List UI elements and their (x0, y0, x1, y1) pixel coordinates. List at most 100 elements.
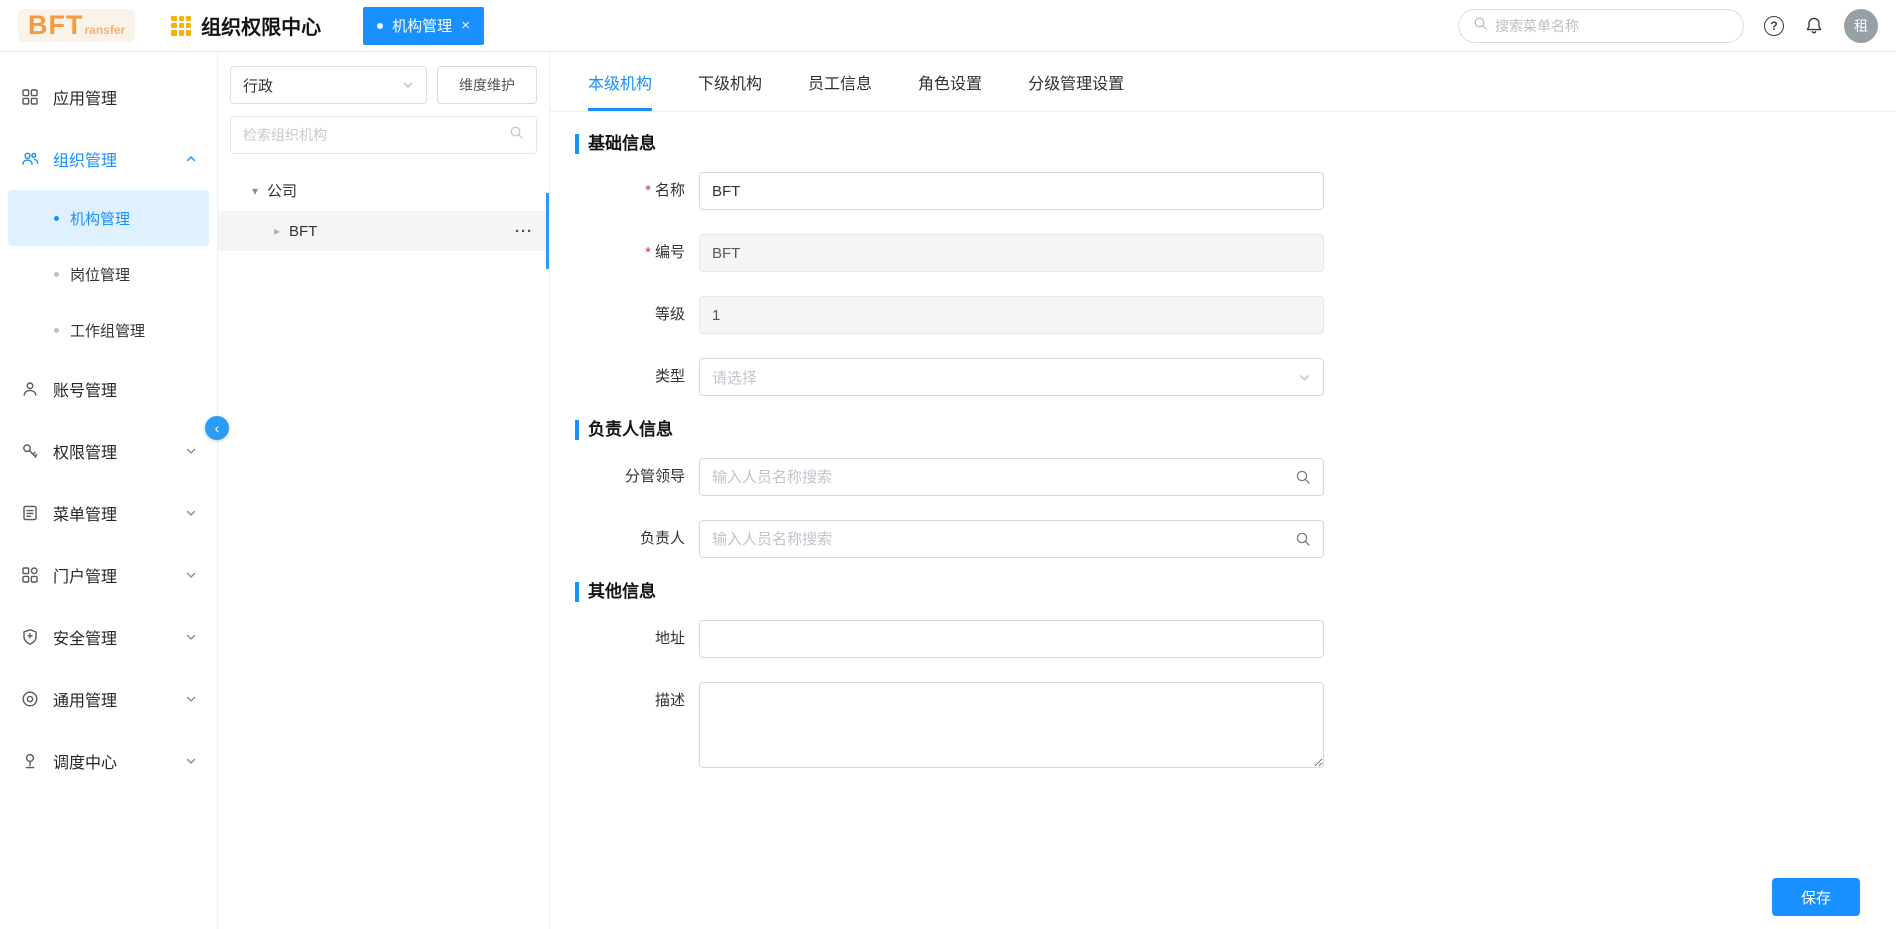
sidebar: 应用管理 组织管理 机构管理 岗位管理 工作组管理 账号管理 权限管理 菜单管理… (0, 52, 229, 929)
sidebar-item-organization-management[interactable]: 组织管理 (0, 128, 217, 190)
sidebar-item-account-management[interactable]: 账号管理 (0, 358, 217, 420)
scrollbar-thumb[interactable] (546, 193, 549, 269)
level-input (699, 296, 1324, 334)
tree-node-bft[interactable]: ▸ BFT ··· (218, 193, 549, 269)
type-select[interactable]: 请选择 (699, 358, 1324, 396)
search-icon[interactable] (1295, 531, 1311, 547)
form-row-code: * 编号 (550, 234, 1896, 272)
manager-search-input[interactable] (712, 530, 1287, 548)
search-icon (509, 125, 524, 145)
section-title: 基础信息 (575, 134, 1896, 154)
target-icon (20, 690, 40, 708)
tab-employee-info[interactable]: 员工信息 (808, 52, 872, 111)
dimension-maintain-button[interactable]: 维度维护 (437, 66, 537, 104)
sidebar-item-label: 菜单管理 (53, 507, 118, 524)
logo-text: BFT (28, 10, 84, 40)
org-tree-panel: 行政 维度维护 ▾ 公司 ▸ BFT ··· (218, 52, 550, 929)
portal-grid-icon (20, 566, 40, 584)
leader-search-input[interactable] (712, 468, 1287, 486)
chevron-down-icon (186, 572, 196, 578)
notification-button[interactable] (1804, 16, 1824, 36)
bullet-icon (54, 215, 59, 221)
topbar: BFT ransfer 组织权限中心 机构管理 × ? 租 (0, 0, 1896, 52)
caret-down-icon[interactable]: ▾ (252, 184, 258, 198)
main-content: 本级机构 下级机构 员工信息 角色设置 分级管理设置 基础信息 * 名称 BFT… (550, 52, 1896, 929)
field-label: 等级 (654, 306, 685, 323)
menu-search-box[interactable] (1458, 8, 1744, 43)
section-other-info: 其他信息 地址 描述 (550, 582, 1896, 768)
address-input[interactable] (699, 620, 1324, 658)
sidebar-subitem-institution-management[interactable]: 机构管理 (8, 190, 209, 246)
tab-sub-org[interactable]: 下级机构 (698, 52, 762, 111)
form-row-name: * 名称 (550, 172, 1896, 210)
field-label: 类型 (654, 368, 685, 385)
tree-node-label: 公司 (267, 183, 298, 200)
chevron-down-icon (186, 448, 196, 454)
bullet-icon (54, 271, 59, 277)
menu-search-input[interactable] (1495, 17, 1729, 34)
leader-search-box (699, 458, 1324, 496)
sidebar-item-application-management[interactable]: 应用管理 (0, 66, 217, 128)
field-label: * 名称 (645, 182, 685, 199)
sidebar-item-permission-management[interactable]: 权限管理 (0, 420, 217, 482)
apps-icon (20, 88, 40, 106)
select-placeholder: 请选择 (712, 369, 758, 387)
field-label: 负责人 (639, 530, 685, 547)
bell-icon (1806, 17, 1822, 33)
save-button[interactable]: 保存 (1772, 878, 1860, 916)
field-label: 描述 (654, 692, 685, 709)
organization-icon (20, 150, 40, 168)
section-leader-info: 负责人信息 分管领导 负责人 (550, 420, 1896, 558)
org-search-box[interactable] (230, 116, 537, 154)
help-button[interactable]: ? (1764, 15, 1784, 36)
org-form: 基础信息 *名称 *编号 等级 (550, 112, 1896, 865)
logo-subtext: ransfer (84, 23, 126, 37)
tree-node-label: BFT (289, 222, 318, 240)
name-input[interactable] (699, 172, 1324, 210)
code-input (699, 234, 1324, 272)
dimension-row: 行政 维度维护 (218, 66, 549, 104)
sidebar-item-general-management[interactable]: 通用管理 (0, 668, 217, 730)
caret-right-icon[interactable]: ▸ (274, 224, 280, 238)
dimension-select-value: 行政 (243, 77, 274, 95)
chevron-down-icon (186, 510, 196, 516)
bullet-icon (54, 327, 59, 333)
close-tab-icon[interactable]: × (461, 17, 470, 34)
tab-current-org[interactable]: 本级机构 (588, 52, 653, 111)
sidebar-item-label: 账号管理 (53, 383, 118, 400)
search-icon[interactable] (1295, 469, 1311, 485)
sidebar-item-portal-management[interactable]: 门户管理 (0, 544, 217, 606)
chevron-up-icon (186, 156, 196, 162)
sidebar-item-label: 安全管理 (53, 631, 118, 648)
sidebar-subitem-label: 岗位管理 (70, 266, 131, 284)
sidebar-subitem-position-management[interactable]: 岗位管理 (8, 246, 209, 302)
tree-node-company[interactable]: ▾ 公司 (218, 172, 549, 211)
form-row-leader: 分管领导 (550, 458, 1896, 496)
sidebar-item-label: 权限管理 (53, 445, 118, 462)
sidebar-item-security-management[interactable]: 安全管理 (0, 606, 217, 668)
app-grid-icon (171, 15, 192, 36)
form-row-level: 等级 (550, 296, 1896, 334)
user-avatar[interactable]: 租 (1844, 8, 1878, 43)
key-icon (20, 442, 40, 460)
sidebar-item-menu-management[interactable]: 菜单管理 (0, 482, 217, 544)
detail-tab-bar: 本级机构 下级机构 员工信息 角色设置 分级管理设置 (550, 52, 1896, 112)
tab-hierarchy-settings[interactable]: 分级管理设置 (1028, 52, 1124, 111)
sidebar-collapse-button[interactable]: ‹ (205, 416, 229, 440)
node-more-button[interactable]: ··· (515, 223, 533, 240)
open-tab-institution-management[interactable]: 机构管理 × (363, 6, 484, 45)
section-basic-info: 基础信息 *名称 *编号 等级 (550, 134, 1896, 396)
dimension-select[interactable]: 行政 (230, 66, 427, 104)
tab-role-settings[interactable]: 角色设置 (918, 52, 982, 111)
brand-logo[interactable]: BFT ransfer (18, 9, 136, 42)
sidebar-item-dispatch-center[interactable]: 调度中心 (0, 730, 217, 792)
description-textarea[interactable] (699, 682, 1324, 768)
sidebar-subitem-workgroup-management[interactable]: 工作组管理 (8, 302, 209, 358)
org-search-input[interactable] (243, 127, 509, 143)
field-label: 分管领导 (624, 468, 685, 485)
field-label: * 编号 (645, 244, 685, 261)
sidebar-item-label: 门户管理 (53, 569, 118, 586)
org-tree: ▾ 公司 ▸ BFT ··· (218, 172, 549, 269)
section-title: 负责人信息 (575, 420, 1896, 440)
chevron-down-icon (1299, 374, 1310, 380)
